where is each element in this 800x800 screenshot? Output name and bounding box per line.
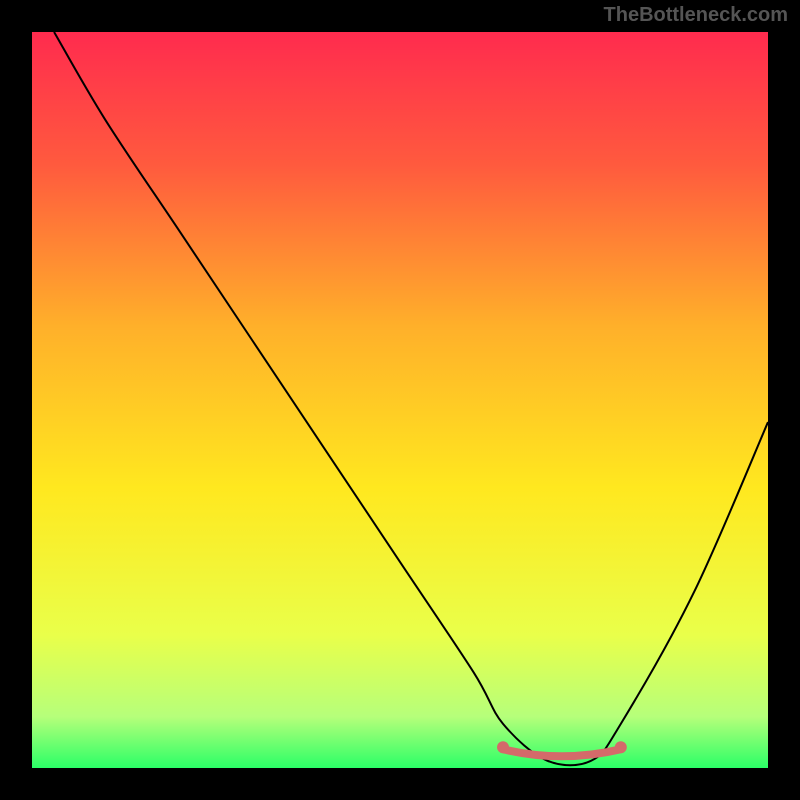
plot-area — [32, 32, 768, 768]
bottleneck-curve — [32, 32, 768, 768]
watermark-text: TheBottleneck.com — [604, 4, 788, 27]
chart-container: TheBottleneck.com — [0, 0, 800, 800]
